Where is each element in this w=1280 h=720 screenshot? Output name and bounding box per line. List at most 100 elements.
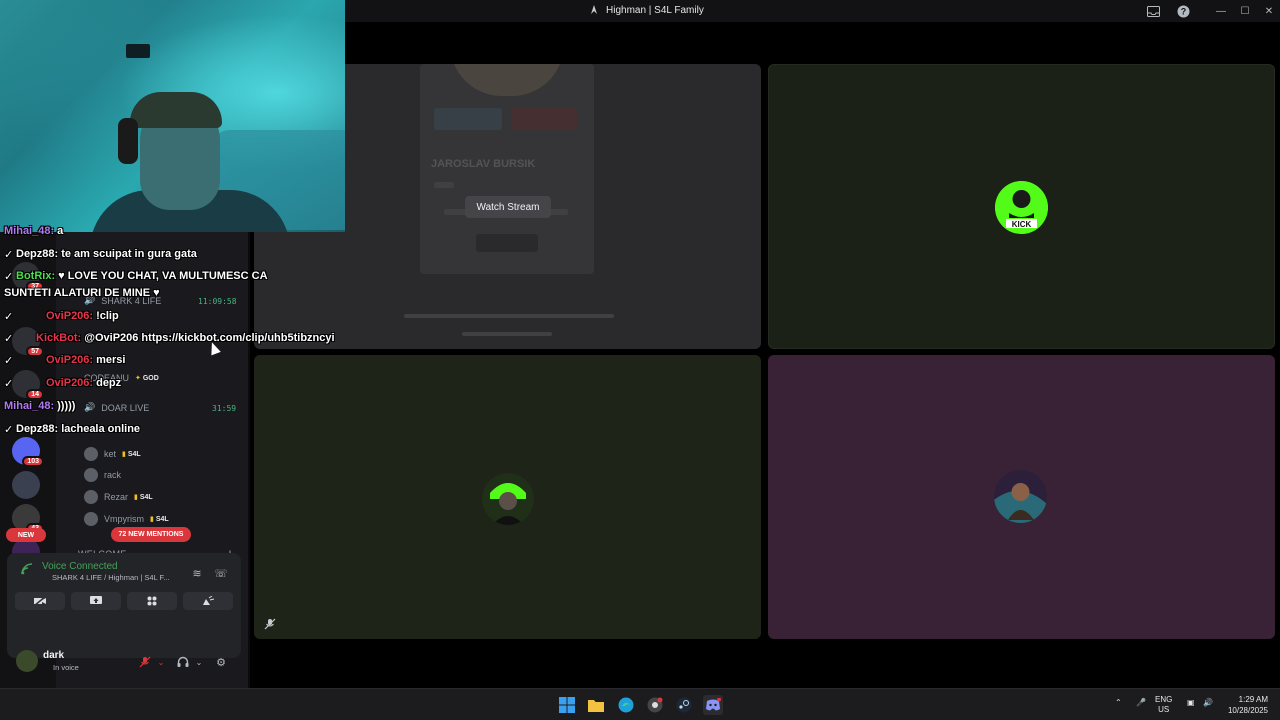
- participant-tile[interactable]: [254, 355, 761, 639]
- server-icon[interactable]: 14: [12, 370, 44, 400]
- member-row[interactable]: Vmpyrism ▮ S4L: [84, 512, 169, 526]
- server-icon[interactable]: 37: [12, 262, 44, 292]
- window-title-text: Highman | S4L Family: [606, 4, 704, 16]
- maximize-button[interactable]: ☐: [1234, 2, 1256, 20]
- mic-muted-icon[interactable]: [137, 654, 153, 670]
- close-button[interactable]: ✕: [1258, 2, 1280, 20]
- start-menu-icon[interactable]: [557, 695, 577, 715]
- member-tag: ✦ GOD: [135, 375, 159, 382]
- member-avatar: [84, 468, 98, 482]
- participant-avatar: [482, 473, 534, 525]
- clock-date: 10/28/2025: [1227, 706, 1268, 715]
- activities-button[interactable]: [127, 592, 177, 610]
- channel-timer: 31:59: [212, 404, 237, 413]
- signal-icon[interactable]: [19, 561, 35, 577]
- settings-gear-icon[interactable]: ⚙: [213, 654, 229, 670]
- svg-text:?: ?: [1180, 6, 1186, 16]
- participant-tile[interactable]: [768, 355, 1275, 639]
- voice-status[interactable]: Voice Connected: [42, 561, 118, 572]
- help-icon[interactable]: ?: [1175, 3, 1191, 19]
- preview-button-dark: [476, 234, 538, 252]
- input-language[interactable]: ENG US: [1155, 695, 1172, 715]
- member-tag: ▮ S4L: [134, 494, 153, 501]
- svg-text:KICK: KICK: [1012, 220, 1032, 229]
- speaker-icon: 🔊: [84, 295, 96, 305]
- server-icon[interactable]: 103: [12, 437, 44, 467]
- camera-off-button[interactable]: [15, 592, 65, 610]
- chrome-browser-icon[interactable]: [645, 695, 665, 715]
- inbox-icon[interactable]: [1145, 3, 1161, 19]
- server-logo-icon: [591, 5, 597, 14]
- new-unreads-pill[interactable]: NEW: [6, 528, 46, 542]
- member-row[interactable]: ket ▮ S4L: [84, 447, 141, 461]
- user-avatar[interactable]: [16, 650, 38, 672]
- speaker-icon: 🔊: [84, 402, 96, 412]
- channel-name: DOAR LIVE: [101, 402, 150, 413]
- member-row[interactable]: CODEANU ✦ GOD: [84, 373, 159, 383]
- webcam-headphones: [118, 118, 138, 164]
- clock-time: 1:29 AM: [1238, 695, 1268, 704]
- channel-row[interactable]: 🔊 SHARK 4 LIFE: [84, 295, 161, 306]
- minimize-button[interactable]: —: [1210, 2, 1232, 20]
- server-badge: 103: [22, 456, 44, 467]
- member-avatar: [84, 447, 98, 461]
- voice-channel[interactable]: SHARK 4 LIFE / Highman | S4L F...: [52, 573, 170, 582]
- member-name: Rezar: [104, 492, 129, 502]
- channel-timer: 11:09:58: [198, 297, 237, 306]
- file-explorer-icon[interactable]: [586, 695, 606, 715]
- server-badge: 14: [26, 389, 44, 400]
- language-code: ENG: [1155, 695, 1173, 704]
- server-icon[interactable]: 57: [12, 327, 44, 357]
- channel-row[interactable]: 🔊 DOAR LIVE: [84, 402, 149, 413]
- preview-line: [404, 314, 614, 318]
- watch-stream-button[interactable]: Watch Stream: [465, 196, 551, 218]
- member-name: ket: [104, 449, 117, 459]
- preview-button-blue: [434, 108, 502, 130]
- member-name: Vmpyrism: [104, 514, 144, 524]
- member-row[interactable]: Rezar ▮ S4L: [84, 490, 153, 504]
- member-tag: ▮ S4L: [150, 516, 169, 523]
- volume-icon[interactable]: 🔊: [1203, 698, 1213, 708]
- member-avatar: [84, 512, 98, 526]
- user-name[interactable]: dark: [43, 650, 64, 661]
- member-tag: ▮ S4L: [122, 451, 141, 458]
- noise-suppression-icon[interactable]: ≋: [189, 565, 205, 581]
- windows-taskbar: ⌃ ENG US 🎤 ▣ 🔊 1:29 AM 10/28/2025: [0, 688, 1280, 720]
- server-badge: 57: [26, 346, 44, 357]
- webcam-overlay: [0, 0, 345, 232]
- preview-line: [434, 182, 454, 188]
- participant-avatar: [994, 470, 1047, 523]
- mic-options-chevron-icon[interactable]: ⌄: [153, 654, 169, 670]
- discord-taskbar-icon[interactable]: [703, 695, 723, 715]
- preview-line: [462, 332, 552, 336]
- edge-browser-icon[interactable]: [616, 695, 636, 715]
- member-avatar: [84, 490, 98, 504]
- preview-name: JAROSLAV BURSIK: [431, 158, 536, 170]
- user-status: In voice: [53, 663, 79, 672]
- screen-share-button[interactable]: [71, 592, 121, 610]
- window-title: Highman | S4L Family: [588, 4, 704, 16]
- muted-mic-icon: [262, 616, 278, 632]
- system-clock[interactable]: 1:29 AM 10/28/2025: [1228, 694, 1268, 716]
- server-icon[interactable]: [12, 471, 40, 499]
- steam-icon[interactable]: [674, 695, 694, 715]
- voice-panel: Voice Connected SHARK 4 LIFE / Highman |…: [7, 553, 241, 658]
- webcam-wall-decor: [126, 44, 150, 58]
- kick-avatar: KICK: [995, 181, 1048, 234]
- member-name: rack: [104, 470, 122, 480]
- soundboard-button[interactable]: [183, 592, 233, 610]
- tray-overflow-chevron-icon[interactable]: ⌃: [1115, 698, 1122, 708]
- network-icon[interactable]: ▣: [1187, 698, 1195, 708]
- server-badge: 37: [26, 281, 44, 292]
- webcam-person-cap: [130, 92, 222, 128]
- participant-tile[interactable]: KICK: [768, 64, 1275, 349]
- keyboard-layout: US: [1158, 705, 1170, 714]
- headphones-icon[interactable]: [175, 654, 191, 670]
- member-row[interactable]: rack: [84, 468, 121, 482]
- microphone-tray-icon[interactable]: 🎤: [1136, 698, 1146, 708]
- screen: Highman | S4L Family ? — ☐ ✕ JAROSLAV BU…: [0, 0, 1280, 720]
- headphones-options-chevron-icon[interactable]: ⌄: [191, 654, 207, 670]
- channel-name: SHARK 4 LIFE: [101, 295, 162, 306]
- new-mentions-pill[interactable]: 72 NEW MENTIONS: [111, 527, 191, 542]
- disconnect-icon[interactable]: ☏: [213, 565, 229, 581]
